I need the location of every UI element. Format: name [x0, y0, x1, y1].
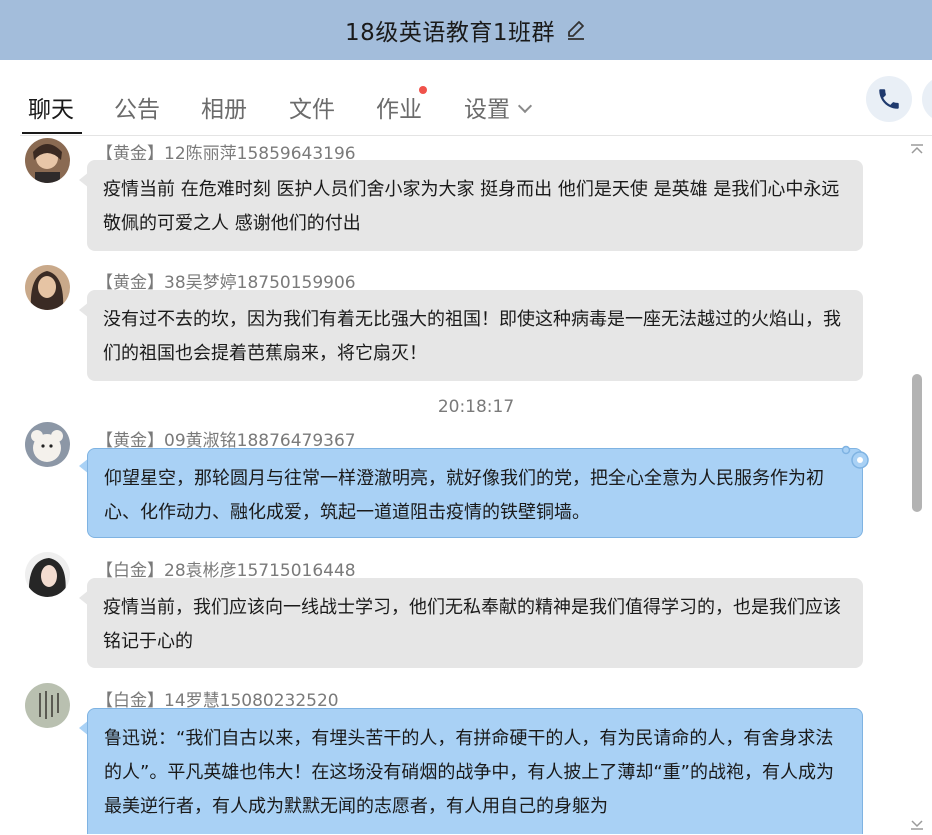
scrollbar-thumb[interactable]	[912, 374, 922, 512]
avatar[interactable]	[25, 683, 70, 728]
call-button[interactable]	[866, 76, 912, 122]
avatar[interactable]	[25, 552, 70, 597]
chevron-down-icon	[517, 98, 533, 114]
avatar[interactable]	[25, 138, 70, 183]
avatar[interactable]	[25, 265, 70, 310]
tab-bar: 聊天 公告 相册 文件 作业 设置	[0, 60, 932, 136]
tab-settings-label: 设置	[464, 97, 510, 123]
chevron-up-icon[interactable]	[910, 140, 924, 154]
message-bubble[interactable]: 没有过不去的坎，因为我们有着无比强大的祖国！即使这种病毒是一座无法越过的火焰山，…	[87, 290, 863, 381]
tab-album[interactable]: 相册	[201, 90, 247, 124]
notification-dot	[419, 86, 427, 94]
group-title: 18级英语教育1班群	[345, 20, 555, 46]
tab-homework[interactable]: 作业	[376, 90, 422, 124]
pencil-icon[interactable]	[565, 19, 587, 41]
tab-files[interactable]: 文件	[289, 90, 335, 124]
tab-chat[interactable]: 聊天	[28, 90, 74, 124]
tab-settings[interactable]: 设置	[464, 90, 533, 124]
tab-announcements[interactable]: 公告	[114, 90, 160, 124]
chevron-down-icon[interactable]	[910, 816, 924, 830]
message-bubble[interactable]: 鲁迅说：“我们自古以来，有埋头苦干的人，有拼命硬干的人，有为民请命的人，有舍身求…	[87, 708, 863, 834]
phone-icon	[879, 89, 899, 109]
message-bubble[interactable]: 疫情当前，我们应该向一线战士学习，他们无私奉献的精神是我们值得学习的，也是我们应…	[87, 578, 863, 668]
message-bubble[interactable]: 疫情当前 在危难时刻 医护人员们舍小家为大家 挺身而出 他们是天使 是英雄 是我…	[87, 160, 863, 251]
message-timestamp: 20:18:17	[437, 397, 515, 417]
message-list[interactable]: 【黄金】12陈丽萍15859643196 疫情当前 在危难时刻 医护人员们舍小家…	[0, 136, 932, 834]
message-bubble[interactable]: 仰望星空，那轮圆月与往常一样澄澈明亮，就好像我们的党，把全心全意为人民服务作为初…	[87, 448, 863, 538]
avatar[interactable]	[25, 422, 70, 467]
title-bar: 18级英语教育1班群	[0, 0, 932, 60]
active-tab-underline	[22, 132, 82, 134]
bubble-decoration-icon	[841, 445, 869, 469]
